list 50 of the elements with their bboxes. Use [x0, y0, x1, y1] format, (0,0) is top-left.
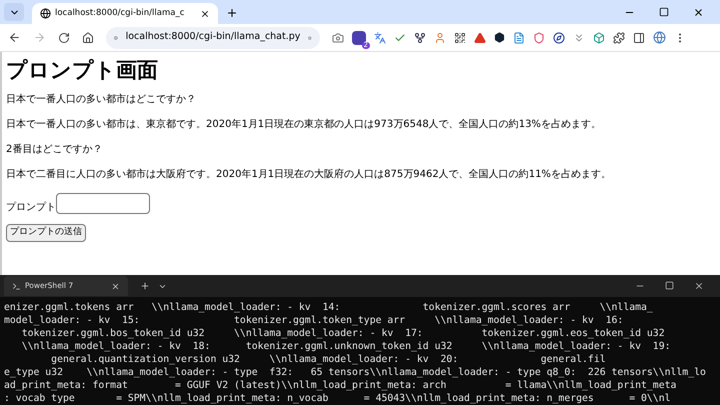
terminal-line: \\nllama_model_loader: - kv 18: tokenizer.ggml.unknown_token_id u32 \\nllama_model_loader: - kv 19: — [20, 340, 670, 353]
camera-icon[interactable] — [332, 32, 344, 44]
maximize-icon[interactable] — [659, 7, 669, 17]
new-tab-icon[interactable] — [140, 281, 150, 291]
tab-title: localhost:8000/cgi-bin/llama_c — [55, 7, 186, 20]
url-text: localhost:8000/cgi-bin/llama_chat.py — [126, 30, 300, 44]
close-icon[interactable] — [200, 8, 210, 18]
translate-icon[interactable] — [374, 32, 386, 44]
box-icon[interactable] — [593, 32, 605, 44]
puzzle-icon[interactable] — [613, 32, 625, 44]
chevrons-icon[interactable] — [573, 32, 585, 44]
submit-button[interactable]: プロンプトの送信 — [6, 224, 86, 242]
fork-icon[interactable] — [414, 32, 426, 44]
terminal-line: model_loader: - kv 15: tokenizer.ggml.token_type arr \\nllama_model_loader: - kv 16: — [4, 314, 624, 327]
address-bar[interactable]: localhost:8000/cgi-bin/llama_chat.py — [106, 26, 320, 48]
terminal-line: enizer.ggml.tokens arr \\nllama_model_loader: - kv 14: tokenizer.ggml.scores arr \\nllama_ — [4, 301, 653, 314]
chat-message: 2番目はどこですか？ — [6, 143, 102, 156]
new-tab-icon[interactable] — [226, 7, 238, 19]
check-icon[interactable] — [394, 32, 406, 44]
reload-icon[interactable] — [58, 32, 70, 44]
terminal-line: general.quantization_version u32 \\nllama_model_loader: - kv 20: general.fil — [50, 353, 606, 366]
terminal-line: tokenizer.ggml.bos_token_id u32 \\nllama_model_loader: - kv 17: tokenizer.ggml.eos_token_id u32 — [20, 327, 665, 340]
prompt-field[interactable] — [56, 193, 150, 214]
globe-icon[interactable] — [653, 31, 666, 44]
terminal-line: : vocab type = SPM\\nllm_load_print_meta: n_vocab = 45043\\nllm_load_print_meta: n_merges = 0\\nl — [4, 392, 670, 405]
back-icon[interactable] — [8, 31, 21, 44]
terminal-line: ad_print_meta: format = GGUF V2 (latest)\\nllm_load_print_meta: arch = llama\\nllm_load_print_meta — [4, 379, 676, 392]
shield-icon[interactable] — [533, 32, 545, 44]
qr-code-icon[interactable] — [454, 32, 466, 44]
terminal-icon — [12, 282, 21, 290]
sidebar-icon[interactable] — [633, 32, 645, 44]
home-icon[interactable] — [82, 32, 94, 44]
globe-icon — [40, 8, 51, 19]
page-heading: プロンプト画面 — [6, 60, 158, 81]
close-icon[interactable] — [693, 7, 704, 18]
close-icon[interactable] — [111, 282, 120, 290]
hexagon-icon[interactable] — [494, 32, 505, 43]
terminal-line: e_type u32 \\nllama_model_loader: - type f32: 65 tensors\\nllama_model_loader: - type q8_0: 226 tensors\\nllm_lo — [4, 366, 706, 379]
triangle-icon[interactable] — [474, 32, 486, 44]
chat-message: 日本で一番人口の多い都市は、東京都です。2020年1月1日現在の東京都の人口は973万6548人で、全国人口の約13%を占めます。 — [6, 118, 601, 131]
chat-message: 日本で二番目に人口の多い都市は大阪府です。2020年1月1日現在の大阪府の人口は875万9462人で、全国人口の約11%を占めます。 — [6, 168, 611, 181]
maximize-icon[interactable] — [665, 281, 674, 290]
person-icon[interactable] — [434, 32, 446, 44]
prompt-label: プロンプト — [6, 201, 56, 214]
browser-tab[interactable]: localhost:8000/cgi-bin/llama_c — [32, 3, 218, 24]
document-icon[interactable] — [513, 32, 525, 44]
chat-message: 日本で一番人口の多い都市はどこですか？ — [6, 93, 196, 106]
compass-icon[interactable] — [553, 32, 565, 44]
close-icon[interactable] — [694, 281, 704, 291]
tab-list-button[interactable] — [4, 3, 24, 21]
